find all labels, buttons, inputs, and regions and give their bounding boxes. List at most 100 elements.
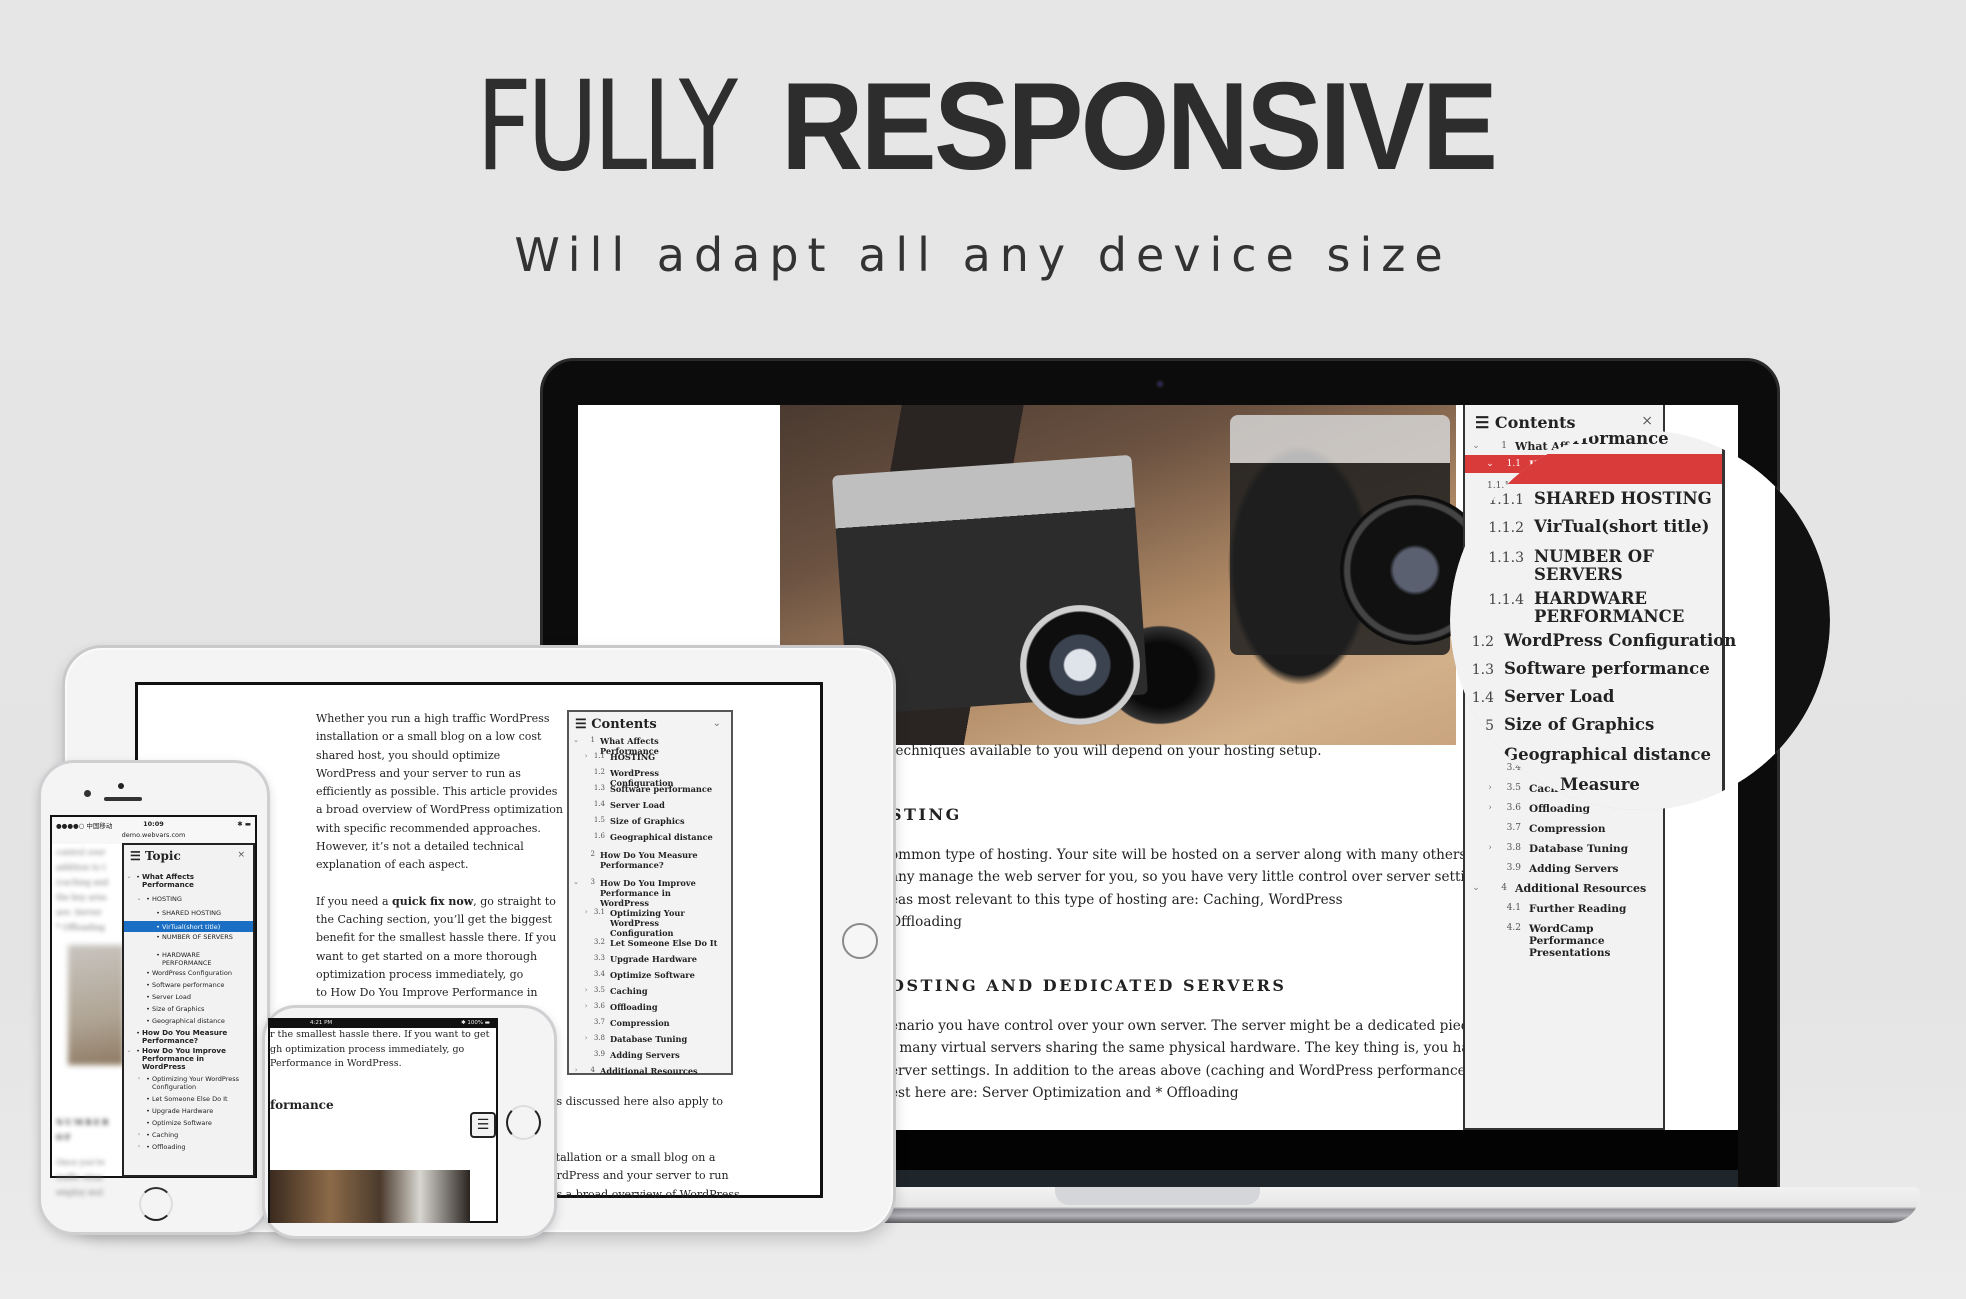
chevron-right-icon[interactable]: › xyxy=(579,986,593,994)
chevron-down-icon[interactable]: ⌄ xyxy=(569,878,583,886)
toc-item[interactable]: • Optimize Software xyxy=(124,1119,253,1127)
toc-item[interactable]: 1.5 Size of Graphics xyxy=(569,816,731,826)
toc-item[interactable]: • Software performance xyxy=(124,981,253,989)
chevron-down-icon[interactable]: ⌄ xyxy=(124,873,134,889)
toc-item[interactable]: ⌄ • What Affects Performance xyxy=(124,873,253,889)
toc-item[interactable]: › 1.1 HOSTING xyxy=(569,752,731,762)
toc-item[interactable]: ⌄ 3 How Do You Improve Performance in Word… xyxy=(569,878,731,908)
toc-item[interactable]: 3.3 Upgrade Hardware xyxy=(569,954,731,964)
toc-item-label: How Do You Measure Performance? xyxy=(142,1028,228,1045)
toc-item-number: 1.3 xyxy=(593,784,605,792)
chevron-right-icon[interactable]: › xyxy=(134,1143,144,1151)
toc-item[interactable]: • Size of Graphics xyxy=(124,1005,253,1013)
chevron-down-icon[interactable]: ⌄ xyxy=(569,736,583,744)
toc-item[interactable]: 4.1 Further Reading xyxy=(1465,903,1663,915)
tablet-home-button[interactable] xyxy=(842,923,878,959)
toc-item[interactable]: • NUMBER OF SERVERS xyxy=(124,933,253,941)
toc-item[interactable]: • Upgrade Hardware xyxy=(124,1107,253,1115)
magnified-bezel xyxy=(1775,430,1830,810)
toc-item[interactable]: › • Optimizing Your WordPress Configuratio… xyxy=(124,1075,253,1091)
toc-item[interactable]: • Let Someone Else Do It xyxy=(124,1095,253,1103)
phone-blurred-image xyxy=(68,945,124,1065)
chevron-right-icon[interactable]: › xyxy=(579,1034,593,1042)
chevron-right-icon[interactable]: › xyxy=(134,1131,144,1139)
chevron-down-icon[interactable]: ⌄ xyxy=(124,1047,134,1071)
magnified-toc-item: 1.1.4 HARDWARE PERFORMANCE xyxy=(1480,590,1684,626)
chevron-right-icon[interactable]: › xyxy=(1479,843,1501,853)
toc-item[interactable]: › 3.1 Optimizing Your WordPress Configurat… xyxy=(569,908,731,938)
chevron-right-icon[interactable]: › xyxy=(579,1002,593,1010)
toc-item[interactable]: 2 How Do You Measure Performance? xyxy=(569,850,731,870)
toc-item[interactable]: ⌄ • HOSTING xyxy=(124,895,253,903)
toc-item[interactable]: 1.3 Software performance xyxy=(569,784,731,794)
chevron-down-icon[interactable]: ⌄ xyxy=(713,718,721,729)
battery-icon: ✱ ▬ xyxy=(237,820,251,828)
article-text: * Offloading xyxy=(56,923,105,932)
toc-item[interactable]: 3.9 Adding Servers xyxy=(1465,863,1663,875)
chevron-down-icon[interactable]: ⌄ xyxy=(1465,883,1487,893)
toc-item-label: Geographical distance xyxy=(1504,745,1712,764)
chevron-right-icon[interactable]: › xyxy=(1479,803,1501,813)
headline: FULLY RESPONSIVE xyxy=(0,62,1966,192)
toc-item[interactable]: 1.4 Server Load xyxy=(569,800,731,810)
toc-item[interactable]: • Geographical distance xyxy=(124,1017,253,1025)
toc-item[interactable]: • Server Load xyxy=(124,993,253,1001)
toc-item-label: Additional Resources xyxy=(600,1066,698,1076)
toc-item[interactable]: › 3.5 Caching xyxy=(569,986,731,996)
toc-item[interactable]: › 3.8 Database Tuning xyxy=(569,1034,731,1044)
toc-item-label: VirTual(short title) xyxy=(1534,517,1710,536)
phone-landscape-home-button[interactable] xyxy=(506,1105,541,1140)
toc-item-label: Compression xyxy=(610,1018,670,1028)
toc-item[interactable]: • HARDWARE PERFORMANCE xyxy=(124,951,253,967)
close-icon[interactable]: × xyxy=(237,850,245,860)
bullet-icon: • xyxy=(146,969,150,977)
toc-item[interactable]: 3.7 Compression xyxy=(1465,823,1663,835)
toc-item[interactable]: 3.4 Optimize Software xyxy=(569,970,731,980)
toc-item[interactable]: 3.2 Let Someone Else Do It xyxy=(569,938,731,948)
article-text: control over xyxy=(56,848,106,857)
phone-home-button[interactable] xyxy=(139,1187,173,1221)
toc-item[interactable]: • VirTual(short title) xyxy=(124,921,253,932)
article-text: ommon type of hosting. Your site will be… xyxy=(890,846,1471,863)
toc-item[interactable]: • WordPress Configuration xyxy=(124,969,253,977)
toc-item[interactable]: ⌄ 4 Additional Resources xyxy=(1465,883,1663,895)
toc-item-label: HARDWARE PERFORMANCE xyxy=(162,951,212,967)
toc-item-number: 2 xyxy=(590,850,595,858)
magnified-toc-item: 1.1.2 VirTual(short title) xyxy=(1480,518,1709,537)
chevron-right-icon[interactable]: › xyxy=(1479,783,1501,793)
article-text: (caching and xyxy=(56,878,109,887)
chevron-right-icon[interactable]: › xyxy=(134,1075,144,1091)
close-icon[interactable]: × xyxy=(1641,413,1653,429)
chevron-right-icon[interactable]: › xyxy=(579,752,593,760)
toc-item[interactable]: › • Offloading xyxy=(124,1143,253,1151)
chevron-right-icon[interactable]: › xyxy=(569,1066,583,1074)
chevron-down-icon[interactable]: ⌄ xyxy=(134,895,144,903)
toc-item[interactable]: 3.9 Adding Servers xyxy=(569,1050,731,1060)
chevron-right-icon[interactable]: › xyxy=(579,908,593,916)
toc-item[interactable]: › 3.6 Offloading xyxy=(569,1002,731,1012)
address-bar[interactable]: demo.webvars.com xyxy=(52,831,255,839)
toc-item[interactable]: ⌄ • How Do You Improve Performance in Word… xyxy=(124,1047,253,1071)
chevron-down-icon[interactable]: ⌄ xyxy=(1465,441,1487,451)
article-text: efficiently as possible. This article pr… xyxy=(316,785,558,799)
laptop-notch xyxy=(1055,1187,1260,1205)
toc-item[interactable]: › 3.8 Database Tuning xyxy=(1465,843,1663,855)
toc-toggle-button[interactable]: ☰ xyxy=(470,1112,496,1138)
phone-landscape-status-bar: 4:21 PM ✱ 100% ▬ xyxy=(270,1020,496,1028)
article-text: Whether you run a high traffic WordPress xyxy=(316,712,550,725)
toc-item[interactable]: 3.7 Compression xyxy=(569,1018,731,1028)
toc-item[interactable]: › • Caching xyxy=(124,1131,253,1139)
toc-item[interactable]: • SHARED HOSTING xyxy=(124,909,253,917)
toc-item[interactable]: 4.2 WordCamp Performance Presentations xyxy=(1465,923,1663,959)
chevron-down-icon[interactable]: ⌄ xyxy=(1479,459,1501,469)
quick-fix-link[interactable]: quick fix now xyxy=(392,895,473,908)
toc-item-label: Optimize Software xyxy=(610,970,695,980)
photo-lens-front xyxy=(1020,605,1140,725)
toc-item-label: Offloading xyxy=(1529,803,1590,815)
toc-item[interactable]: 1.6 Geographical distance xyxy=(569,832,731,842)
toc-item[interactable]: › 4 Additional Resources xyxy=(569,1066,731,1076)
toc-item[interactable]: • How Do You Measure Performance? xyxy=(124,1029,253,1045)
